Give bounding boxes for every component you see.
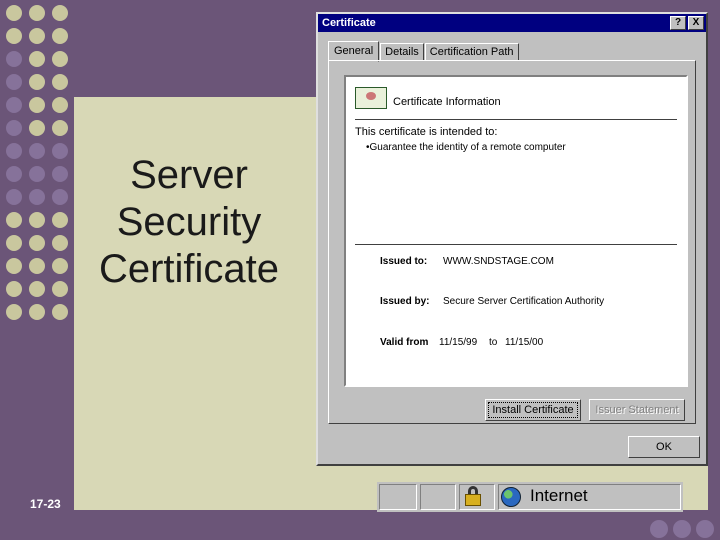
slide-right-strip — [708, 97, 720, 510]
decorative-dot — [29, 258, 45, 274]
valid-from-value: 11/15/99 — [439, 337, 478, 347]
decorative-dot — [6, 143, 22, 159]
divider — [355, 119, 677, 120]
decorative-dot — [6, 120, 22, 136]
decorative-dot — [29, 51, 45, 67]
general-tab-panel: Certificate Information This certificate… — [328, 60, 696, 424]
decorative-dot — [29, 74, 45, 90]
ok-button[interactable]: OK — [628, 436, 700, 458]
intended-purpose-label: This certificate is intended to: — [355, 126, 498, 138]
decorative-dot — [6, 97, 22, 113]
decorative-dot — [29, 5, 45, 21]
decorative-dot — [52, 120, 68, 136]
issued-by-label: Issued by: — [380, 296, 430, 307]
certificate-icon — [355, 87, 387, 109]
divider — [355, 244, 677, 245]
close-button[interactable]: X — [688, 16, 704, 30]
dialog-titlebar[interactable]: Certificate ? X — [318, 14, 706, 32]
decorative-dot — [6, 189, 22, 205]
help-button[interactable]: ? — [670, 16, 686, 30]
valid-to-label: to — [489, 337, 498, 347]
decorative-dot — [52, 28, 68, 44]
decorative-dot — [52, 143, 68, 159]
decorative-dot — [6, 74, 22, 90]
decorative-dot — [29, 189, 45, 205]
decorative-dot — [52, 258, 68, 274]
issuer-statement-button[interactable]: Issuer Statement — [589, 399, 685, 421]
decorative-dot — [6, 304, 22, 320]
info-box-viewport: Certificate Information This certificate… — [346, 77, 686, 347]
decorative-dot — [52, 51, 68, 67]
tab-details[interactable]: Details — [380, 43, 424, 61]
decorative-dot — [52, 212, 68, 228]
certificate-info-box: Certificate Information This certificate… — [344, 75, 688, 387]
decorative-dot — [29, 166, 45, 182]
lock-icon — [464, 486, 482, 506]
decorative-dot-grid — [0, 0, 74, 330]
zone-cell — [498, 484, 681, 510]
decorative-dot — [6, 28, 22, 44]
slide-title: Server Security Certificate — [98, 153, 280, 291]
issued-to-value: WWW.SNDSTAGE.COM — [443, 256, 554, 267]
decorative-dot — [52, 166, 68, 182]
decorative-dot — [52, 97, 68, 113]
status-cell — [379, 484, 417, 510]
tab-certification-path[interactable]: Certification Path — [424, 43, 519, 61]
decorative-dot — [6, 235, 22, 251]
issued-by-value: Secure Server Certification Authority — [443, 296, 605, 307]
decorative-dot — [6, 166, 22, 182]
tab-general[interactable]: General — [328, 41, 380, 62]
decorative-dot — [29, 281, 45, 297]
decorative-dot — [6, 281, 22, 297]
slide-number: 17-23 — [30, 497, 61, 511]
purpose-item: •Guarantee the identity of a remote comp… — [366, 142, 566, 153]
certificate-info-heading: Certificate Information — [393, 96, 501, 108]
decorative-dot — [29, 120, 45, 136]
decorative-dot — [6, 212, 22, 228]
issued-to-label: Issued to: — [380, 256, 428, 267]
decorative-dot — [52, 304, 68, 320]
decorative-dot — [52, 235, 68, 251]
decorative-dot — [52, 189, 68, 205]
valid-from-label: Valid from — [380, 337, 429, 347]
tab-strip: General Details Certification Path — [328, 40, 520, 62]
globe-icon — [501, 487, 521, 507]
decorative-dot — [29, 212, 45, 228]
slide-footer-band — [0, 510, 720, 540]
install-certificate-button[interactable]: Install Certificate — [485, 399, 581, 421]
decorative-dot — [52, 281, 68, 297]
status-cell — [420, 484, 456, 510]
security-zone-label: Internet — [530, 486, 588, 505]
decorative-dot — [52, 5, 68, 21]
decorative-dot — [29, 235, 45, 251]
decorative-dot — [6, 258, 22, 274]
certificate-dialog: Certificate ? X General Details Certific… — [316, 12, 708, 466]
decorative-dot — [52, 74, 68, 90]
decorative-dot — [6, 51, 22, 67]
valid-to-value: 11/15/00 — [505, 337, 544, 347]
decorative-dot — [29, 304, 45, 320]
decorative-dot — [29, 143, 45, 159]
dialog-title: Certificate — [322, 17, 376, 29]
decorative-dot — [6, 5, 22, 21]
decorative-dot — [29, 97, 45, 113]
decorative-dot — [29, 28, 45, 44]
